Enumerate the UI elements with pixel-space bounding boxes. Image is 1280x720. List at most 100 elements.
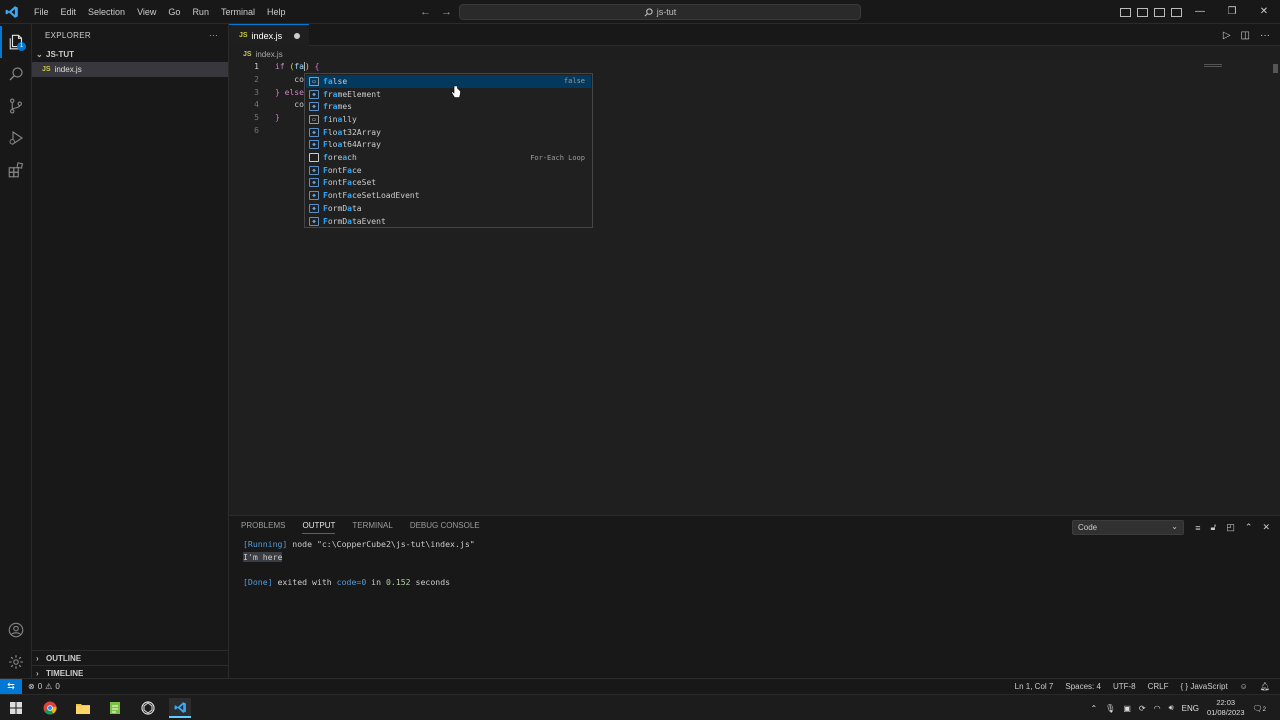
menu-file[interactable]: File [28, 0, 55, 24]
folder-js-tut[interactable]: ⌄ JS-TUT [32, 46, 228, 62]
encoding[interactable]: UTF-8 [1113, 682, 1136, 691]
suggestion-item[interactable]: ◈ frameElement [306, 88, 591, 101]
show-hidden-icons-icon[interactable]: ⌃ [1090, 704, 1097, 713]
editor-more-icon[interactable]: ··· [1260, 30, 1270, 41]
suggestion-label: FontFaceSet [323, 178, 377, 188]
chevron-right-icon: › [36, 668, 39, 678]
run-debug-icon[interactable] [0, 122, 32, 154]
menu-bar: File Edit Selection View Go Run Terminal… [28, 0, 291, 24]
suggestion-item[interactable]: ◈ FontFaceSetLoadEvent [306, 189, 591, 202]
notification-center-icon[interactable]: 🗨︎2 [1253, 704, 1267, 713]
feedback-icon[interactable]: ☺ [1240, 682, 1248, 691]
language-indicator[interactable]: ENG [1182, 704, 1199, 713]
menu-go[interactable]: Go [162, 0, 186, 24]
extensions-icon[interactable] [0, 154, 32, 186]
close-panel-icon[interactable]: ✕ [1262, 522, 1270, 533]
toggle-panel-icon[interactable] [1137, 7, 1148, 17]
cursor-position[interactable]: Ln 1, Col 7 [1015, 682, 1054, 691]
coppercube-icon[interactable] [137, 698, 159, 718]
suggestion-item[interactable]: ◈ FormData [306, 202, 591, 215]
split-editor-icon[interactable]: ◫ [1241, 30, 1250, 41]
menu-selection[interactable]: Selection [82, 0, 131, 24]
account-icon[interactable] [0, 614, 32, 646]
close-brace: } [275, 113, 280, 122]
run-code-icon[interactable]: ▷ [1223, 30, 1231, 41]
vscode-taskbar-icon[interactable] [169, 698, 191, 718]
tab-problems[interactable]: PROBLEMS [241, 521, 285, 534]
open-in-editor-icon[interactable]: ◰ [1226, 522, 1235, 533]
settings-gear-icon[interactable] [0, 646, 32, 678]
breadcrumb-file[interactable]: index.js [256, 50, 283, 59]
problems-status[interactable]: ⊗ 0 ⚠ 0 [28, 679, 60, 694]
clock[interactable]: 22:03 01/08/2023 [1207, 698, 1245, 718]
minimize-icon[interactable]: — [1184, 0, 1216, 24]
back-arrow-icon[interactable]: ← [420, 6, 431, 18]
tab-index-js[interactable]: JS index.js [229, 24, 309, 46]
suggestion-item[interactable]: ◈ Float32Array [306, 126, 591, 139]
search-view-icon[interactable] [0, 58, 32, 90]
suggestion-item[interactable]: ◈ FormDataEvent [306, 215, 591, 228]
bottom-panel: PROBLEMS OUTPUT TERMINAL DEBUG CONSOLE C… [229, 515, 1280, 678]
chrome-icon[interactable] [39, 698, 61, 718]
js-file-icon: JS [239, 32, 248, 39]
exit-code: code=0 [336, 577, 367, 587]
variable-symbol-icon: ◈ [309, 140, 319, 150]
wifi-icon[interactable]: ◠ [1154, 704, 1161, 713]
suggestion-label: finally [323, 114, 357, 124]
lock-scroll-icon[interactable]: 🔓︎ [1211, 522, 1217, 533]
menu-view[interactable]: View [131, 0, 162, 24]
sync-tray-icon[interactable]: ⟳ [1139, 704, 1146, 713]
suggestion-item[interactable]: ◈ Float64Array [306, 139, 591, 152]
timeline-label: TIMELINE [46, 668, 84, 678]
tab-debug-console[interactable]: DEBUG CONSOLE [410, 521, 480, 534]
tab-terminal[interactable]: TERMINAL [352, 521, 392, 534]
language-mode[interactable]: { } JavaScript [1181, 682, 1228, 691]
suggestion-item[interactable]: ◈ frames [306, 100, 591, 113]
menu-edit[interactable]: Edit [55, 0, 83, 24]
microphone-icon[interactable]: 🎙︎ [1105, 704, 1115, 713]
windows-start-icon[interactable] [5, 698, 27, 718]
volume-icon[interactable]: 🔊︎ [1169, 703, 1174, 713]
line-number: 4 [254, 100, 259, 109]
menu-help[interactable]: Help [261, 0, 292, 24]
unsaved-dot-icon[interactable] [294, 33, 300, 39]
suggestion-item[interactable]: ▭ finally [306, 113, 591, 126]
app-tray-icon[interactable]: ▣ [1123, 704, 1131, 713]
notifications-bell-icon[interactable]: 🔔︎ [1260, 682, 1270, 691]
indentation[interactable]: Spaces: 4 [1065, 682, 1101, 691]
explorer-badge: 1 [17, 42, 26, 51]
panel-tabs: PROBLEMS OUTPUT TERMINAL DEBUG CONSOLE [241, 521, 480, 534]
suggestion-item[interactable]: ◈ FontFaceSet [306, 177, 591, 190]
notepad-plus-icon[interactable] [104, 698, 126, 718]
keyword-symbol-icon: ▭ [309, 76, 319, 86]
customize-layout-icon[interactable] [1171, 7, 1182, 17]
file-explorer-icon[interactable] [72, 698, 94, 718]
clear-output-icon[interactable]: ≡ [1195, 523, 1200, 533]
suggestion-item[interactable]: foreach For-Each Loop [306, 151, 591, 164]
line-ending[interactable]: CRLF [1148, 682, 1169, 691]
editor-scrollbar[interactable] [1273, 64, 1278, 73]
menu-terminal[interactable]: Terminal [215, 0, 261, 24]
file-index-js[interactable]: JS index.js [32, 62, 228, 77]
forward-arrow-icon[interactable]: → [441, 6, 452, 18]
explorer-icon[interactable]: 1 [0, 26, 32, 58]
command-center-text: js-tut [656, 7, 677, 17]
output-channel-select[interactable]: Code ⌄ [1072, 520, 1184, 535]
outline-section[interactable]: › OUTLINE [32, 650, 229, 665]
suggestion-item[interactable]: ▭ false false [306, 75, 591, 88]
restore-icon[interactable]: ❐ [1216, 0, 1248, 24]
minimap[interactable] [1204, 64, 1222, 67]
remote-indicator-icon[interactable]: ⇆ [0, 679, 22, 694]
command-center-search[interactable]: js-tut [459, 4, 861, 20]
toggle-secondary-sidebar-icon[interactable] [1154, 7, 1165, 17]
line-number: 6 [254, 126, 259, 135]
source-control-icon[interactable] [0, 90, 32, 122]
toggle-sidebar-icon[interactable] [1120, 7, 1131, 17]
more-actions-icon[interactable]: ··· [209, 31, 218, 40]
tab-output[interactable]: OUTPUT [302, 521, 336, 534]
menu-run[interactable]: Run [186, 0, 215, 24]
close-icon[interactable]: ✕ [1248, 0, 1280, 24]
suggestion-item[interactable]: ◈ FontFace [306, 164, 591, 177]
suggestion-detail: false [563, 77, 585, 86]
maximize-panel-icon[interactable]: ⌃ [1245, 522, 1253, 533]
